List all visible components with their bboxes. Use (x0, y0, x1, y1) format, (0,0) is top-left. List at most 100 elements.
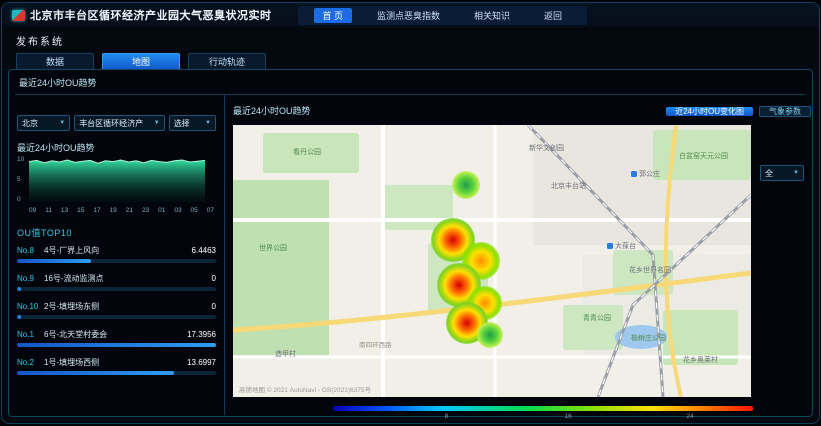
chart-x-tick: 11 (45, 207, 52, 214)
right-panel-header: 最近24小时OU趋势 近24小时OU变化图气象参数 (233, 101, 811, 120)
layer-select-value: 全 (765, 168, 773, 179)
nav-item[interactable]: 返回 (535, 8, 571, 23)
chevron-down-icon: ▼ (205, 120, 211, 126)
right-panel: 最近24小时OU趋势 近24小时OU变化图气象参数 (225, 95, 815, 415)
map-attribution: 高德地图 © 2021 AutoNavi - GS(2021)6375号 (239, 384, 371, 394)
map-label-poi: 北京丰台站 (551, 181, 586, 191)
top10-list-item[interactable]: No.21号-填埋场西侧13.6997 (17, 357, 216, 375)
publish-system-label: 发布系统 (16, 33, 819, 48)
ou-trend-area-svg (29, 158, 205, 202)
progress-fill (17, 343, 216, 347)
main-nav: 首 页监测点恶臭指数 相关知识 返回 (298, 6, 588, 25)
layer-select[interactable]: 全 ▼ (760, 165, 804, 181)
ou-value: 0 (212, 302, 216, 311)
chart-y-tick: 10 (17, 156, 24, 163)
legend-tick: 24 (686, 413, 693, 420)
app-root: 北京市丰台区循环经济产业园大气恶臭状况实时 首 页监测点恶臭指数 相关知识 返回 发… (1, 2, 820, 424)
nav-item[interactable]: 相关知识 (465, 8, 519, 23)
station-name: 16号-流动监测点 (44, 273, 208, 284)
chevron-down-icon: ▼ (154, 120, 160, 126)
station-name: 2号-填埋场东侧 (44, 301, 208, 312)
panel-columns: 北京▼丰台区循环经济产▼选择▼ 最近24小时OU趋势 1050 09111315… (15, 95, 806, 415)
filter-select-value: 丰台区循环经济产 (79, 118, 143, 129)
ou-value: 13.6997 (187, 358, 216, 367)
top10-list-item[interactable]: No.102号-填埋场东侧 0 (17, 301, 216, 319)
top10-item-row: No.16号-北天堂村委会 17.3956 (17, 329, 216, 340)
chart-title: 最近24小时OU趋势 (17, 141, 216, 154)
map-label-park: 白盆窑天元公园 (679, 151, 728, 161)
nav-item[interactable]: 监测点恶臭指数 (368, 8, 449, 23)
filter-select-value: 选择 (174, 118, 190, 129)
filter-select[interactable]: 丰台区循环经济产 ▼ (74, 115, 165, 131)
chart-x-tick: 07 (207, 207, 214, 214)
top10-list-item[interactable]: No.916号-流动监测点0 (17, 273, 216, 291)
map-row: 看丹公园新华文创园白盆窑天元公园北京丰台站郭公庄世界公园大葆台花乡世界名园青青公… (233, 125, 811, 397)
chart-x-tick: 05 (191, 207, 198, 214)
map-base-layer (233, 125, 751, 397)
rank-label: No.8 (17, 246, 44, 255)
map-label-poi: 花乡世界名园 (629, 265, 671, 275)
map-label-metro: 郭公庄 (631, 169, 660, 179)
top10-list-item[interactable]: No.16号-北天堂村委会 17.3956 (17, 329, 216, 347)
panel-title: 最近24小时OU趋势 (15, 74, 806, 95)
map-label-road: 南四环西路 (359, 339, 392, 349)
top10-title: OU值TOP10 (17, 226, 216, 239)
ou-value: 6.4463 (192, 246, 216, 255)
station-name: 1号-填埋场西侧 (44, 357, 183, 368)
progress-fill (17, 371, 174, 375)
weather-params-button[interactable]: 气象参数 (759, 106, 811, 117)
progress-track (17, 343, 216, 347)
chart-x-tick: 21 (126, 207, 133, 214)
heat-legend-gradient (333, 406, 753, 411)
rank-label: No.1 (17, 330, 44, 339)
ou-trend-chart: 1050 091113151719212301030507 (17, 156, 216, 214)
chart-x-tick: 13 (61, 207, 68, 214)
filter-selects: 北京▼ 丰台区循环经济产 ▼ 选择 ▼ (17, 115, 216, 131)
filter-select[interactable]: 北京▼ (17, 115, 70, 131)
station-name: 6号-北天堂村委会 (44, 329, 183, 340)
map-label-poi: 造甲村 (275, 349, 296, 359)
chart-x-tick: 19 (110, 207, 117, 214)
progress-fill (17, 259, 91, 263)
chart-x-tick: 09 (29, 207, 36, 214)
map-label-park: 世界公园 (259, 243, 287, 253)
progress-fill (17, 287, 21, 291)
chart-x-tick: 17 (93, 207, 100, 214)
map-label-park: 青青公园 (583, 313, 611, 323)
right-buttons: 近24小时OU变化图气象参数 (660, 101, 811, 120)
top10-item-row: No.916号-流动监测点0 (17, 273, 216, 284)
chart-x-tick: 01 (158, 207, 165, 214)
top10-list: No.84号-厂界上风向6.4463No.916号-流动监测点0No.102号-… (17, 245, 216, 415)
legend-tick: 16 (565, 413, 572, 420)
chart-x-labels: 091113151719212301030507 (29, 207, 214, 214)
right-section-title: 最近24小时OU趋势 (233, 104, 311, 117)
filter-select[interactable]: 选择 ▼ (169, 115, 216, 131)
station-name: 4号-厂界上风向 (44, 245, 188, 256)
nav-item[interactable]: 首 页 (314, 8, 353, 23)
left-panel: 北京▼丰台区循环经济产▼选择▼ 最近24小时OU趋势 1050 09111315… (15, 95, 225, 415)
top10-item-row: No.102号-填埋场东侧 0 (17, 301, 216, 312)
rank-label: No.10 (17, 302, 44, 311)
progress-track (17, 259, 216, 263)
progress-track (17, 315, 216, 319)
app-header: 北京市丰台区循环经济产业园大气恶臭状况实时 首 页监测点恶臭指数 相关知识 返回 (2, 3, 819, 27)
ou-value: 17.3956 (187, 330, 216, 339)
chart-x-tick: 03 (174, 207, 181, 214)
map-label-park: 看丹公园 (293, 147, 321, 157)
chart-y-tick: 0 (17, 196, 21, 203)
chart-x-tick: 23 (142, 207, 149, 214)
chevron-down-icon: ▼ (793, 170, 799, 176)
chart-y-tick: 5 (17, 176, 21, 183)
map-label-metro: 大葆台 (607, 241, 636, 251)
map-canvas[interactable]: 看丹公园新华文创园白盆窑天元公园北京丰台站郭公庄世界公园大葆台花乡世界名园青青公… (233, 125, 751, 397)
ou-change-chart-button[interactable]: 近24小时OU变化图 (666, 107, 753, 116)
top10-list-item[interactable]: No.84号-厂界上风向 6.4463 (17, 245, 216, 263)
top10-item-row: No.84号-厂界上风向 6.4463 (17, 245, 216, 256)
app-title: 北京市丰台区循环经济产业园大气恶臭状况实时 (30, 7, 272, 23)
main-panel: 最近24小时OU趋势 北京▼ 丰台区循环经济产 ▼ 选择 ▼ 最近24小时OU趋势 10… (8, 69, 813, 417)
progress-fill (17, 315, 21, 319)
map-label-park: 榆树庄公园 (631, 333, 666, 343)
app-logo-icon (12, 10, 25, 21)
legend-tick: 8 (445, 413, 449, 420)
heat-legend: 8 16 24 (333, 406, 753, 424)
